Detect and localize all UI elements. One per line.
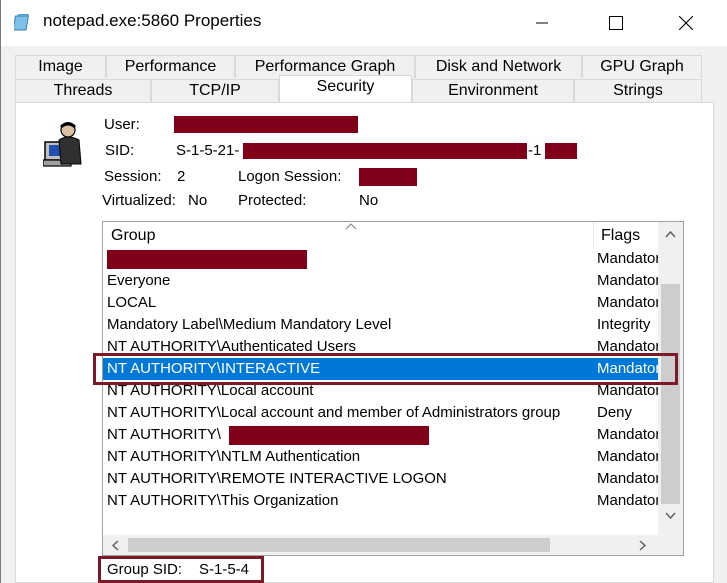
- group-flags: Deny: [597, 404, 633, 421]
- tab-tcpip[interactable]: TCP/IP: [151, 79, 279, 102]
- groups-list-header: Group Flags: [103, 222, 658, 249]
- list-item[interactable]: NT AUTHORITY\ Mandatory: [103, 424, 658, 446]
- column-divider[interactable]: [593, 222, 594, 249]
- group-name: Everyone: [107, 272, 171, 289]
- group-flags: Mandatory: [597, 492, 658, 509]
- group-name: NT AUTHORITY\This Organization: [107, 492, 339, 509]
- scroll-down-icon[interactable]: [665, 512, 676, 520]
- group-name: Mandatory Label\Medium Mandatory Level: [107, 316, 392, 333]
- minimize-icon: [536, 22, 548, 24]
- sid-prefix: S-1-5-21-: [176, 142, 240, 159]
- window-title: notepad.exe:5860 Properties: [43, 11, 262, 30]
- list-item[interactable]: NT AUTHORITY\This Organization Mandatory: [103, 490, 658, 512]
- tab-disk-and-network[interactable]: Disk and Network: [415, 55, 582, 78]
- tab-environment[interactable]: Environment: [412, 79, 574, 102]
- user-label: User:: [104, 116, 140, 133]
- scroll-right-icon[interactable]: [639, 540, 647, 551]
- list-item[interactable]: Mandatory Label\Medium Mandatory Level I…: [103, 314, 658, 336]
- group-flags: Mandatory: [597, 250, 658, 267]
- redacted-sid-part2: [545, 143, 577, 159]
- list-item[interactable]: NT AUTHORITY\Local account and member of…: [103, 402, 658, 424]
- group-name: NT AUTHORITY\Local account and member of…: [107, 404, 561, 421]
- session-label: Session:: [104, 168, 162, 185]
- list-item[interactable]: NT AUTHORITY\NTLM Authentication Mandato…: [103, 446, 658, 468]
- column-header-flags[interactable]: Flags: [601, 227, 640, 245]
- user-computer-icon: [43, 122, 82, 167]
- group-flags: Integrity: [597, 316, 651, 333]
- notepad-icon: [14, 14, 30, 31]
- tab-security[interactable]: Security: [279, 75, 412, 102]
- properties-window: notepad.exe:5860 Properties Image Perfor…: [0, 0, 727, 583]
- logon-session-label: Logon Session:: [238, 168, 342, 185]
- tab-strings[interactable]: Strings: [574, 79, 702, 102]
- group-sid-label: Group SID:: [107, 561, 183, 578]
- list-item[interactable]: LOCAL Mandatory: [103, 292, 658, 314]
- title-bar[interactable]: notepad.exe:5860 Properties: [1, 0, 727, 46]
- protected-label: Protected:: [238, 192, 307, 209]
- virtualized-label: Virtualized:: [102, 192, 176, 209]
- group-flags: Mandatory: [597, 294, 658, 311]
- redacted-logon-session: [359, 168, 417, 186]
- virtualized-value: No: [188, 192, 208, 209]
- tab-performance[interactable]: Performance: [106, 55, 235, 78]
- maximize-icon: [609, 16, 623, 30]
- group-name: NT AUTHORITY\REMOTE INTERACTIVE LOGON: [107, 470, 447, 487]
- redacted-user: [174, 116, 358, 133]
- scrollbar-corner: [658, 535, 683, 555]
- sort-ascending-icon: [345, 223, 357, 230]
- vertical-scroll-thumb[interactable]: [661, 284, 680, 504]
- scroll-up-icon[interactable]: [665, 230, 676, 238]
- group-flags: Mandatory: [597, 448, 658, 465]
- close-button[interactable]: [663, 0, 709, 46]
- session-value: 2: [177, 168, 186, 185]
- list-item[interactable]: NT AUTHORITY\REMOTE INTERACTIVE LOGON Ma…: [103, 468, 658, 490]
- sid-mid: -1: [528, 142, 542, 159]
- tab-gpu-graph[interactable]: GPU Graph: [582, 55, 702, 78]
- protected-value: No: [359, 192, 379, 209]
- column-header-group[interactable]: Group: [111, 227, 155, 245]
- selected-row-highlight: [93, 353, 678, 385]
- list-item[interactable]: Mandatory: [103, 248, 658, 270]
- tab-strip: Image Performance Performance Graph Disk…: [15, 55, 714, 103]
- redacted-group-name: [107, 250, 307, 269]
- group-flags: Mandatory: [597, 426, 658, 443]
- group-name: LOCAL: [107, 294, 157, 311]
- minimize-button[interactable]: [519, 0, 565, 46]
- scroll-left-icon[interactable]: [111, 540, 119, 551]
- horizontal-scrollbar[interactable]: [103, 535, 658, 555]
- redacted-sid-part1: [243, 143, 527, 159]
- group-name: NT AUTHORITY\: [107, 426, 221, 443]
- group-sid-value: S-1-5-4: [199, 561, 250, 578]
- group-flags: Mandatory: [597, 470, 658, 487]
- tab-image[interactable]: Image: [15, 55, 106, 78]
- tab-threads[interactable]: Threads: [15, 79, 151, 102]
- group-name: NT AUTHORITY\NTLM Authentication: [107, 448, 361, 465]
- maximize-button[interactable]: [593, 0, 639, 46]
- close-icon: [679, 16, 693, 30]
- redacted-group-name: [229, 426, 429, 445]
- groups-list[interactable]: Group Flags Mandatory Everyone Mandatory…: [102, 221, 684, 556]
- horizontal-scroll-thumb[interactable]: [128, 538, 550, 552]
- list-item[interactable]: Everyone Mandatory: [103, 270, 658, 292]
- group-flags: Mandatory: [597, 272, 658, 289]
- sid-label: SID:: [105, 142, 135, 159]
